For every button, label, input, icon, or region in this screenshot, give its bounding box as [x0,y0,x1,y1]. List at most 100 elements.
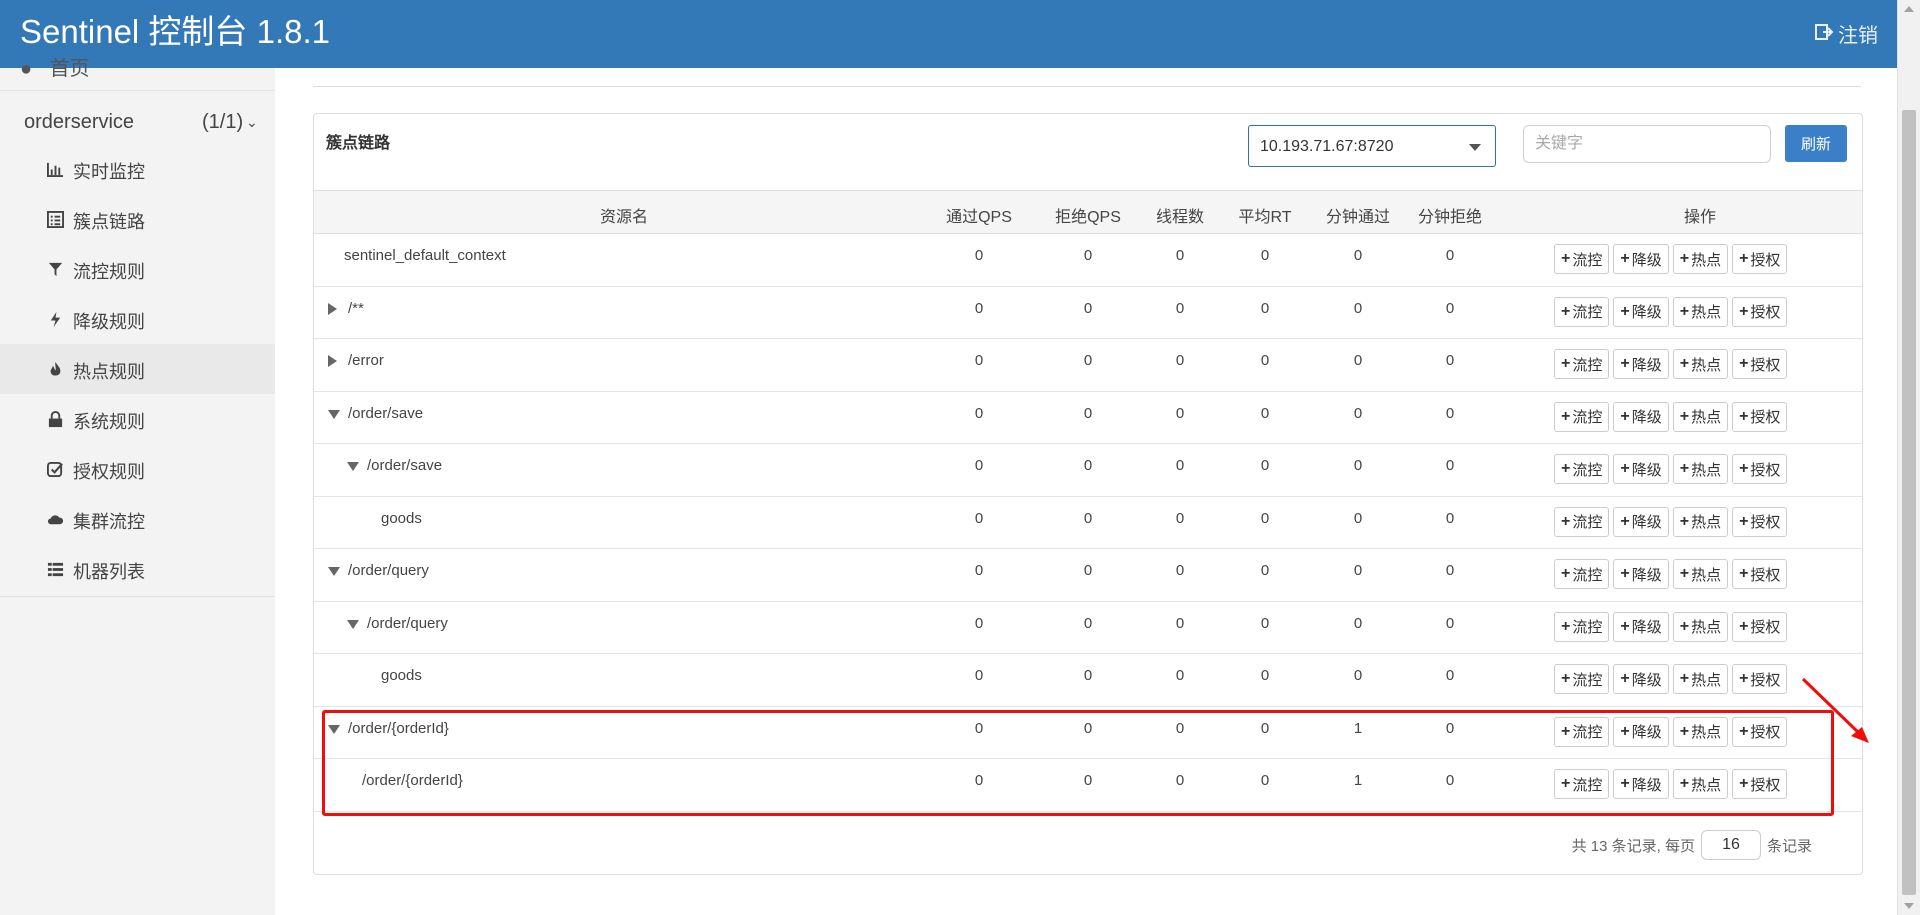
sidebar-item-system-rules[interactable]: 系统规则 [0,394,275,444]
divider [0,90,275,91]
caret-down-icon[interactable] [328,567,340,576]
degrade-button[interactable]: + 降级 [1613,296,1669,327]
column-header: 平均RT [1238,209,1292,226]
scroll-down-arrow-icon[interactable] [1904,903,1914,909]
sidebar-item-hotspot-rules[interactable]: 热点规则 [0,344,275,394]
flow-control-button[interactable]: + 流控 [1554,769,1610,799]
degrade-button[interactable]: + 降级 [1613,244,1669,274]
flow-control-button[interactable]: + 流控 [1554,559,1610,589]
plus-icon: + [1620,407,1630,425]
caret-right-icon[interactable] [328,355,337,367]
flow-control-button[interactable]: + 流控 [1554,454,1610,484]
flow-control-button[interactable]: + 流控 [1554,296,1610,327]
row-actions: + 流控 + 降级 + 热点 + 授权 [1554,401,1788,432]
row-actions: + 流控 + 降级 + 热点 + 授权 [1554,506,1788,537]
metric-cell: 0 [1083,719,1093,737]
sidebar-item-cluster-flow[interactable]: 集群流控 [0,494,275,544]
degrade-button[interactable]: + 降级 [1613,506,1669,537]
scrollbar-thumb[interactable] [1902,110,1916,895]
hotspot-button[interactable]: + 热点 [1672,454,1729,484]
sidebar-item-authority-rules[interactable]: 授权规则 [0,444,275,494]
divider [0,596,275,597]
hotspot-button[interactable]: + 热点 [1672,559,1729,589]
plus-icon: + [1620,670,1630,687]
flow-control-button[interactable]: + 流控 [1554,611,1610,642]
authority-button[interactable]: + 授权 [1732,664,1788,694]
degrade-button[interactable]: + 降级 [1613,769,1669,799]
authority-button[interactable]: + 授权 [1732,716,1788,747]
hotspot-button[interactable]: + 热点 [1672,769,1729,799]
app-title[interactable]: Sentinel 控制台 1.8.1 [20,12,330,52]
authority-button[interactable]: + 授权 [1732,349,1788,379]
authority-button[interactable]: + 授权 [1732,244,1788,274]
column-header: 资源名 [599,209,648,226]
authority-button[interactable]: + 授权 [1732,454,1788,484]
authority-button[interactable]: + 授权 [1732,559,1788,589]
flow-control-button[interactable]: + 流控 [1554,506,1610,537]
caret-down-icon[interactable] [328,724,340,734]
caret-down-icon[interactable] [347,462,359,471]
plus-icon: + [1739,775,1749,792]
sidebar-item-flow-rules[interactable]: 流控规则 [0,244,275,294]
hotspot-button[interactable]: + 热点 [1672,611,1729,642]
sidebar-item-machine-list[interactable]: 机器列表 [0,544,275,594]
authority-button[interactable]: + 授权 [1732,506,1788,537]
degrade-button[interactable]: + 降级 [1613,611,1669,642]
hotspot-button[interactable]: + 热点 [1672,349,1729,379]
hotspot-button[interactable]: + 热点 [1672,296,1729,327]
metric-cell: 0 [1260,509,1270,527]
hotspot-button[interactable]: + 热点 [1672,506,1729,537]
refresh-button[interactable]: 刷新 [1785,125,1847,162]
vertical-scrollbar[interactable] [1897,0,1920,915]
degrade-button[interactable]: + 降级 [1613,401,1669,432]
flow-control-button[interactable]: + 流控 [1554,349,1610,379]
app-name: orderservice [24,111,135,133]
sidebar-item-label: 机器列表 [73,562,145,582]
hotspot-button[interactable]: + 热点 [1672,244,1729,274]
pagination-suffix-label: 条记录 [1766,837,1812,855]
degrade-button[interactable]: + 降级 [1613,559,1669,589]
metric-cell: 0 [1083,457,1093,474]
action-label: 授权 [1750,356,1781,374]
metric-cell: 0 [1353,247,1363,264]
caret-down-icon[interactable] [328,409,340,419]
sidebar-item-cluster-point-link[interactable]: 簇点链路 [0,194,275,244]
flow-control-button[interactable]: + 流控 [1554,244,1610,274]
scroll-up-arrow-icon[interactable] [1904,6,1914,12]
degrade-button[interactable]: + 降级 [1613,716,1669,747]
caret-right-icon[interactable] [328,302,337,315]
flow-control-button[interactable]: + 流控 [1554,716,1610,747]
flow-control-button[interactable]: + 流控 [1554,401,1610,432]
app-selector-orderservice[interactable]: orderservice (1/1) ⌄ [0,105,275,141]
row-actions: + 流控 + 降级 + 热点 + 授权 [1554,454,1788,484]
degrade-button[interactable]: + 降级 [1613,454,1669,484]
degrade-button[interactable]: + 降级 [1613,664,1669,694]
sidebar-item-realtime-monitor[interactable]: 实时监控 [0,144,275,194]
logout-link[interactable]: 注销 [1814,22,1878,49]
metric-cell: 0 [1083,247,1093,264]
metric-cell: 0 [1175,719,1185,737]
authority-button[interactable]: + 授权 [1732,611,1788,642]
row-actions: + 流控 + 降级 + 热点 + 授权 [1554,611,1788,642]
caret-down-icon[interactable] [347,619,359,629]
hotspot-button[interactable]: + 热点 [1672,664,1729,694]
authority-button[interactable]: + 授权 [1732,296,1788,327]
hotspot-button[interactable]: + 热点 [1672,716,1729,747]
hotspot-button[interactable]: + 热点 [1672,401,1729,432]
flow-control-button[interactable]: + 流控 [1554,664,1610,694]
divider [313,86,1861,87]
metric-cell: 0 [1353,299,1363,317]
degrade-button[interactable]: + 降级 [1613,349,1669,379]
column-header: 拒绝QPS [1055,209,1121,226]
plus-icon: + [1739,617,1749,635]
authority-button[interactable]: + 授权 [1732,769,1788,799]
sidebar-item-home[interactable]: ● 首页 [20,52,90,82]
metric-cell: 0 [1083,772,1093,789]
metric-cell: 0 [974,562,984,579]
column-header: 分钟拒绝 [1417,209,1482,226]
sidebar-item-degrade-rules[interactable]: 降级规则 [0,294,275,344]
keyword-search-input[interactable] [1523,125,1771,163]
page-size-input[interactable]: 16 [1700,830,1761,860]
authority-button[interactable]: + 授权 [1732,401,1788,432]
machine-select[interactable]: 10.193.71.67:8720 [1248,125,1496,167]
